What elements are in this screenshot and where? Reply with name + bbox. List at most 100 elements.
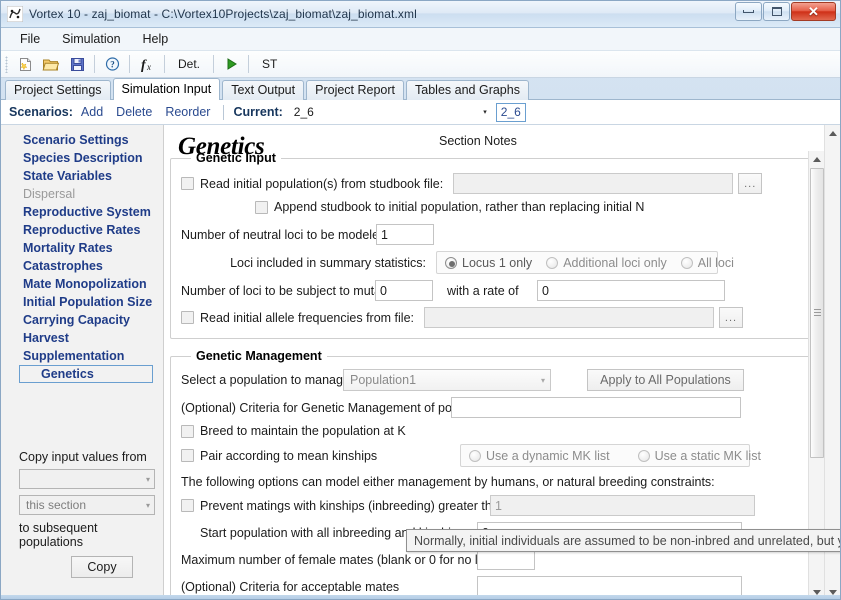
sidebar-item-reproductive-rates[interactable]: Reproductive Rates — [1, 221, 163, 239]
read-studbook-checkbox[interactable] — [181, 177, 194, 190]
sidebar-item-reproductive-system[interactable]: Reproductive System — [1, 203, 163, 221]
radio-selected-icon — [445, 256, 457, 269]
allele-frequencies-browse-button[interactable]: ... — [719, 307, 743, 328]
criteria-management-input[interactable] — [451, 397, 741, 418]
row-allele-frequencies: Read initial allele frequencies from fil… — [181, 307, 803, 328]
select-population-dropdown[interactable]: Population1 ▾ — [343, 369, 551, 391]
radio-static-mk-list-label: Use a static MK list — [654, 448, 761, 463]
sidebar-nav: Scenario Settings Species Description St… — [1, 125, 164, 599]
chevron-down-icon: ▾ — [483, 109, 487, 116]
tab-tables-and-graphs[interactable]: Tables and Graphs — [406, 80, 529, 100]
scenario-name-input[interactable]: 2_6 — [495, 102, 526, 122]
neutral-loci-label: Number of neutral loci to be modeled — [181, 227, 386, 242]
sidebar-item-state-variables[interactable]: State Variables — [1, 167, 163, 185]
copy-button[interactable]: Copy — [71, 556, 133, 578]
prevent-matings-checkbox[interactable] — [181, 499, 194, 512]
toolbar-grip[interactable] — [5, 55, 8, 73]
breed-at-k-checkbox[interactable] — [181, 424, 194, 438]
menu-item-file[interactable]: File — [9, 29, 51, 49]
function-icon[interactable]: f x — [135, 53, 159, 75]
row-summary-statistics: Loci included in summary statistics: Loc… — [181, 251, 803, 274]
neutral-loci-input[interactable]: 1 — [376, 224, 434, 245]
current-scenario-dropdown[interactable]: 2_6 ▾ — [289, 102, 490, 122]
close-button[interactable]: ✕ — [791, 2, 836, 21]
row-breed-at-k: Breed to maintain the population at K — [181, 424, 803, 438]
run-simulation-icon[interactable] — [219, 53, 243, 75]
toolbar-separator-4 — [213, 55, 215, 73]
save-project-icon[interactable] — [65, 53, 89, 75]
allele-frequencies-file-input[interactable] — [424, 307, 714, 328]
acceptable-mates-input[interactable] — [477, 576, 742, 597]
svg-text:?: ? — [110, 59, 115, 69]
tooltip: Normally, initial individuals are assume… — [406, 529, 840, 552]
sidebar-item-harvest[interactable]: Harvest — [1, 329, 163, 347]
read-allele-frequencies-label: Read initial allele frequencies from fil… — [200, 310, 414, 325]
row-max-female-mates: Maximum number of female mates (blank or… — [181, 549, 803, 570]
toolbar-separator-3 — [164, 55, 165, 73]
genetic-input-legend: Genetic Input — [196, 151, 276, 165]
form-scroll-up-button[interactable] — [809, 151, 825, 167]
title-bar: Vortex 10 - zaj_biomat - C:\Vortex10Proj… — [1, 1, 840, 28]
studbook-browse-button[interactable]: ... — [738, 173, 763, 194]
form-scrollbar-thumb[interactable] — [810, 168, 824, 458]
tab-text-output[interactable]: Text Output — [222, 80, 305, 100]
sidebar-item-mate-monopolization[interactable]: Mate Monopolization — [1, 275, 163, 293]
menu-item-simulation[interactable]: Simulation — [51, 29, 131, 49]
page-scroll-up-button[interactable] — [825, 125, 840, 141]
sidebar-item-carrying-capacity[interactable]: Carrying Capacity — [1, 311, 163, 329]
current-scenario-label: Current: — [233, 105, 283, 119]
toolbar-separator-5 — [248, 55, 250, 73]
menu-item-help[interactable]: Help — [132, 29, 180, 49]
radio-additional-loci-only[interactable]: Additional loci only — [546, 256, 667, 270]
copy-section-dropdown[interactable]: this section ▾ — [19, 495, 155, 515]
row-read-studbook: Read initial population(s) from studbook… — [181, 173, 803, 194]
scenario-add-link[interactable]: Add — [81, 105, 103, 119]
apply-to-all-populations-button[interactable]: Apply to All Populations — [587, 369, 744, 391]
append-studbook-checkbox[interactable] — [255, 200, 268, 214]
maximize-icon — [771, 7, 782, 16]
help-icon[interactable]: ? — [100, 53, 124, 75]
tab-simulation-input[interactable]: Simulation Input — [112, 78, 221, 101]
tab-project-report[interactable]: Project Report — [306, 80, 405, 100]
sidebar-item-genetics[interactable]: Genetics — [19, 365, 153, 383]
sidebar-item-mortality-rates[interactable]: Mortality Rates — [1, 239, 163, 257]
sidebar-item-initial-population-size[interactable]: Initial Population Size — [1, 293, 163, 311]
radio-locus-1-only[interactable]: Locus 1 only — [445, 256, 532, 270]
maximize-button[interactable] — [763, 2, 790, 21]
pair-mean-kinships-checkbox[interactable] — [181, 449, 194, 462]
sidebar-item-dispersal: Dispersal — [23, 187, 76, 201]
copy-section-value: this section — [26, 498, 87, 512]
genetic-management-group: Genetic Management Select a population t… — [170, 349, 814, 599]
current-scenario-value: 2_6 — [293, 105, 314, 119]
vortex-app-icon — [7, 6, 23, 22]
minimize-button[interactable] — [735, 2, 762, 21]
application-window: Vortex 10 - zaj_biomat - C:\Vortex10Proj… — [0, 0, 841, 600]
sidebar-item-species-description[interactable]: Species Description — [1, 149, 163, 167]
new-project-icon[interactable] — [13, 53, 37, 75]
chevron-down-icon: ▾ — [540, 375, 545, 385]
radio-all-loci[interactable]: All loci — [680, 256, 734, 270]
read-allele-frequencies-checkbox[interactable] — [181, 311, 194, 324]
chevron-up-icon — [829, 130, 837, 136]
scenario-reorder-link[interactable]: Reorder — [165, 105, 210, 119]
deterministic-button[interactable]: Det. — [170, 53, 208, 75]
radio-static-mk-list[interactable]: Use a static MK list — [637, 448, 761, 463]
section-notes-link[interactable]: Section Notes — [439, 134, 517, 148]
scenario-delete-link[interactable]: Delete — [116, 105, 152, 119]
open-project-icon[interactable] — [39, 53, 63, 75]
window-controls: ✕ — [735, 2, 836, 21]
radio-additional-loci-only-label: Additional loci only — [563, 255, 667, 270]
sidebar-item-supplementation[interactable]: Supplementation — [1, 347, 163, 365]
mutation-loci-input[interactable]: 0 — [375, 280, 433, 301]
mutation-rate-input[interactable]: 0 — [537, 280, 725, 301]
prevent-matings-input[interactable]: 1 — [490, 495, 755, 516]
sidebar-item-catastrophes[interactable]: Catastrophes — [1, 257, 163, 275]
radio-dynamic-mk-list[interactable]: Use a dynamic MK list — [469, 449, 610, 463]
sidebar-item-scenario-settings[interactable]: Scenario Settings — [1, 131, 163, 149]
tab-project-settings[interactable]: Project Settings — [5, 80, 111, 100]
copy-source-dropdown[interactable]: ▾ — [19, 469, 155, 489]
max-female-mates-input[interactable] — [477, 549, 535, 570]
chevron-up-icon — [813, 156, 821, 162]
studbook-file-input[interactable] — [453, 173, 734, 194]
st-button[interactable]: ST — [254, 53, 285, 75]
